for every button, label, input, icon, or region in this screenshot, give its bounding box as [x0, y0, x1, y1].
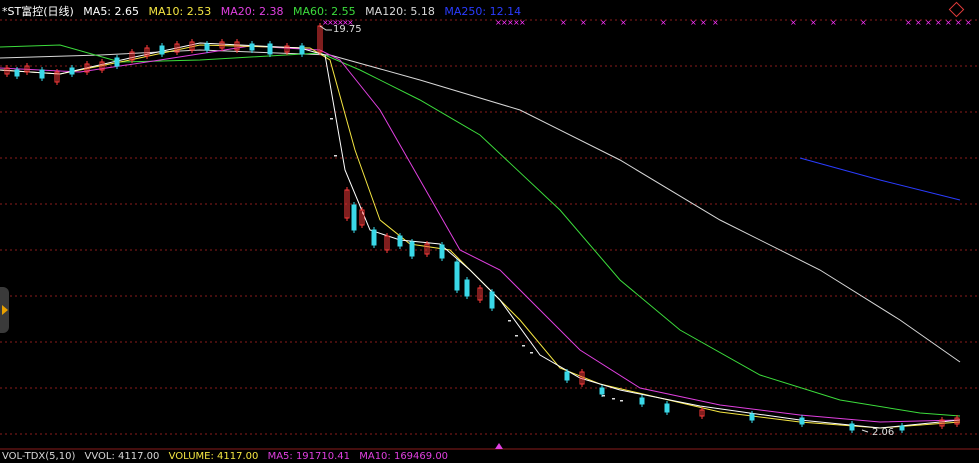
- vol-indicator-name: VOL-TDX(5,10): [2, 451, 76, 462]
- limit-down-dash: [334, 155, 337, 157]
- candle-body: [439, 244, 445, 259]
- legend-ma10: MA10: 2.53: [148, 5, 212, 18]
- candle-body: [849, 423, 855, 431]
- flag-marker: ×: [600, 18, 607, 27]
- candle-body: [489, 291, 495, 309]
- arrow-right-icon: [2, 305, 8, 315]
- low-pointer: [861, 429, 869, 433]
- candle-body: [664, 403, 670, 413]
- limit-down-dash: [612, 398, 615, 400]
- legend-ma120: MA120: 5.18: [365, 5, 435, 18]
- ma250-line: [799, 157, 961, 201]
- limit-down-dash: [602, 395, 605, 397]
- flag-marker: ×: [810, 18, 817, 27]
- stock-title: *ST富控(日线): [2, 5, 74, 18]
- flag-marker: ×: [905, 18, 912, 27]
- candle-body: [464, 279, 470, 297]
- vol-vvol: VVOL: 4117.00: [84, 451, 160, 462]
- candle-body: [267, 43, 273, 55]
- limit-down-dash: [620, 400, 623, 402]
- flag-marker: ×: [830, 18, 837, 27]
- limit-down-dash: [515, 335, 518, 337]
- candle-body: [69, 67, 75, 75]
- candle-body: [639, 397, 645, 405]
- flag-marker: ×: [712, 18, 719, 27]
- candle-body: [409, 241, 415, 257]
- limit-down-dash: [508, 320, 511, 322]
- ma10-line: [0, 44, 961, 429]
- candle-body: [114, 57, 120, 67]
- vol-ma5: MA5: 191710.41: [267, 451, 351, 462]
- flag-marker: ×: [915, 18, 922, 27]
- flag-marker: ×: [935, 18, 942, 27]
- candle-body: [397, 235, 403, 247]
- candle-body: [899, 425, 905, 431]
- candle-body: [351, 204, 357, 231]
- candle-body: [564, 371, 570, 381]
- flag-marker: ×: [955, 18, 962, 27]
- vol-volume: VOLUME: 4117.00: [168, 451, 259, 462]
- candle-body: [39, 69, 45, 79]
- low-price-label: 2.06: [872, 427, 895, 438]
- flag-marker: ×: [580, 18, 587, 27]
- candle-body: [371, 229, 377, 246]
- flag-marker: ×: [925, 18, 932, 27]
- flag-marker: ×: [860, 18, 867, 27]
- candle-body: [14, 69, 20, 77]
- legend-ma250: MA250: 12.14: [444, 5, 522, 18]
- limit-down-dash: [522, 345, 525, 347]
- candle-body: [299, 45, 305, 55]
- legend-ma20: MA20: 2.38: [220, 5, 284, 18]
- candle-body: [454, 261, 460, 291]
- flag-marker: ×: [690, 18, 697, 27]
- flag-marker: ×: [945, 18, 952, 27]
- flag-marker: ×: [700, 18, 707, 27]
- legend-ma60: MA60: 2.55: [292, 5, 356, 18]
- legend-ma5: MA5: 2.65: [83, 5, 140, 18]
- axis-arrow-marker: [495, 443, 503, 449]
- candle-body: [204, 43, 210, 51]
- volume-legend: VOL-TDX(5,10) VVOL: 4117.00 VOLUME: 4117…: [2, 451, 454, 463]
- ma20-line: [0, 45, 961, 423]
- candle-body: [249, 43, 255, 51]
- flag-marker: ×: [560, 18, 567, 27]
- flag-marker: ×: [965, 18, 972, 27]
- high-price-label: 19.75: [333, 24, 362, 35]
- candle-body: [159, 45, 165, 55]
- ma5-line: [0, 42, 961, 429]
- candle-body: [749, 413, 755, 421]
- vol-ma10: MA10: 169469.00: [359, 451, 449, 462]
- candle-body: [799, 417, 805, 425]
- chart-legend: *ST富控(日线) MA5: 2.65 MA10: 2.53 MA20: 2.3…: [2, 5, 527, 19]
- limit-down-dash: [330, 118, 333, 120]
- ma120-line: [0, 49, 961, 363]
- candle-body: [599, 387, 605, 395]
- flag-marker: ×: [519, 18, 526, 27]
- price-chart[interactable]: ×××××× × × × × × × × × × × × × × × × × × × × × × × × ×: [0, 0, 979, 461]
- ma60-line: [0, 44, 961, 417]
- expand-panel-handle[interactable]: [0, 287, 9, 333]
- flag-marker: ×: [790, 18, 797, 27]
- flag-marker: ×: [620, 18, 627, 27]
- flag-marker: ×: [660, 18, 667, 27]
- limit-down-dash: [530, 352, 533, 354]
